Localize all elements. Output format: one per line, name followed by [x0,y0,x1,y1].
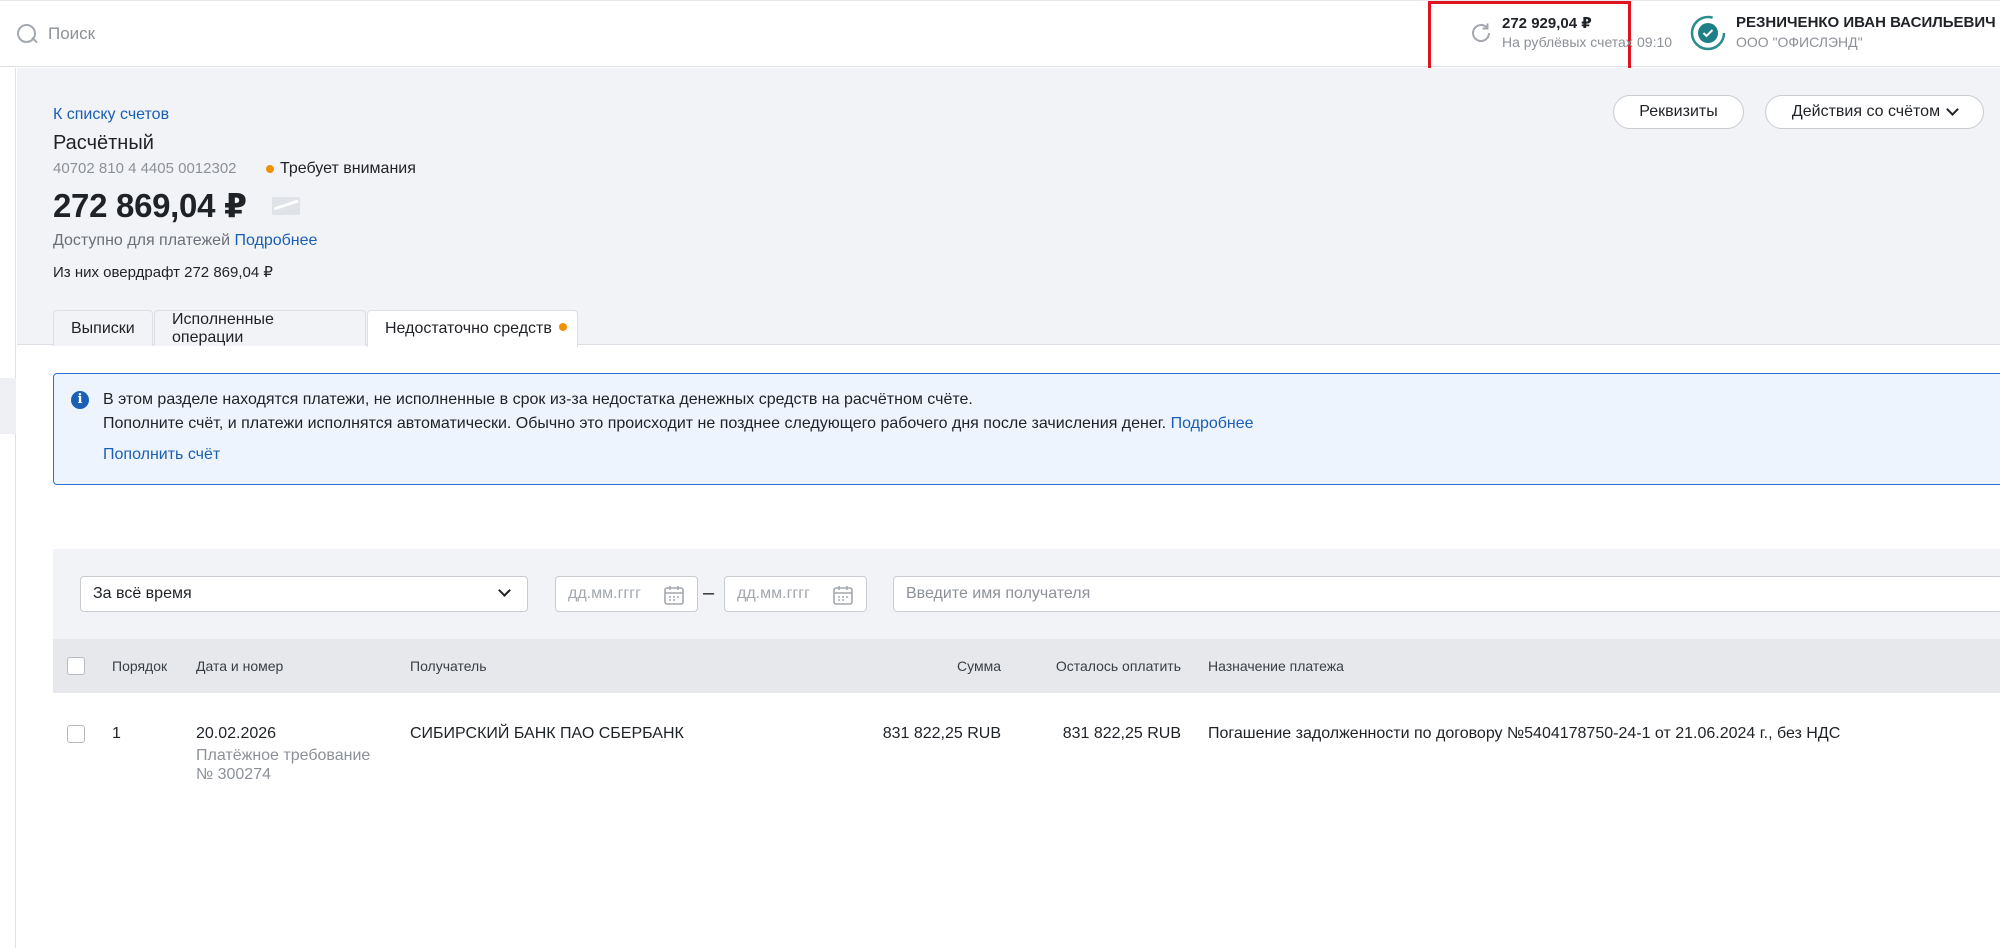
attention-dot-icon [266,165,274,173]
account-actions-label: Действия со счётом [1791,103,1941,120]
account-title: Расчётный [53,132,154,154]
total-balance: 272 929,04 ₽ [1502,15,1592,32]
card-icon[interactable] [270,194,302,218]
info-text-1: В этом разделе находятся платежи, не исп… [103,391,973,408]
info-text-2-body: Пополните счёт, и платежи исполнятся авт… [103,415,1167,432]
period-select-value: За всё время [93,585,192,602]
back-to-accounts-link[interactable]: К списку счетов [53,106,169,124]
column-order[interactable]: Порядок [112,658,167,674]
rail-active-marker [0,378,16,434]
tab-attention-dot-icon [559,323,567,331]
user-name[interactable]: РЕЗНИЧЕНКО ИВАН ВАСИЛЬЕВИЧ [1736,14,1996,31]
account-number: 40702 810 4 4405 0012302 [53,160,237,177]
column-purpose[interactable]: Назначение платежа [1208,658,1344,674]
info-icon: i [71,391,89,409]
row-amount: 831 822,25 RUB [882,725,1001,742]
recipient-search-input[interactable] [893,576,2000,612]
calendar-icon[interactable] [663,584,685,606]
row-doc-type: Платёжное требование [196,747,371,764]
overdraft-info: Из них овердрафт 272 869,04 ₽ [53,264,273,281]
total-balance-label: На рублёвых счетах [1502,34,1633,50]
attention-status: Требует внимания [266,160,416,178]
left-rail [0,68,16,948]
user-organization[interactable]: ООО "ОФИСЛЭНД" [1736,34,1863,50]
available-details-link[interactable]: Подробнее [234,232,317,249]
row-recipient: СИБИРСКИЙ БАНК ПАО СБЕРБАНК [410,725,684,742]
row-checkbox[interactable] [67,725,85,743]
info-banner: i В этом разделе находятся платежи, не и… [53,373,2000,485]
tab-label: Выписки [71,319,135,337]
attention-label: Требует внимания [280,160,416,177]
tab-label: Недостаточно средств [385,320,552,337]
search-icon [16,23,38,45]
date-from-input[interactable] [568,585,660,603]
tab-executed-operations[interactable]: Исполненные операции [154,310,366,346]
search[interactable] [16,23,448,45]
tab-statements[interactable]: Выписки [53,310,153,346]
chevron-down-icon [498,584,511,597]
top-up-account-link[interactable]: Пополнить счёт [103,446,220,464]
balance-time: 09:10 [1637,34,1673,50]
tab-label: Исполненные операции [172,310,274,346]
row-purpose: Погашение задолженности по договору №540… [1208,725,1841,742]
column-date[interactable]: Дата и номер [196,658,283,674]
period-select[interactable]: За всё время [80,576,528,612]
tab-insufficient-funds[interactable]: Недостаточно средств [367,310,578,347]
row-order: 1 [112,725,121,742]
column-recipient[interactable]: Получатель [410,658,487,674]
chevron-down-icon [1946,103,1959,116]
verified-check-icon [1690,15,1726,51]
account-actions-button[interactable]: Действия со счётом [1765,95,1984,129]
info-details-link[interactable]: Подробнее [1171,415,1254,432]
row-date: 20.02.2026 [196,725,277,742]
calendar-icon[interactable] [832,584,854,606]
row-doc-number: № 300274 [196,766,271,783]
row-remaining: 831 822,25 RUB [1062,725,1181,742]
date-from-field[interactable] [555,576,698,612]
available-label: Доступно для платежей [53,232,230,249]
requisites-button-label: Реквизиты [1639,103,1718,120]
date-range-dash: – [703,582,715,604]
info-text-2: Пополните счёт, и платежи исполнятся авт… [103,415,1254,433]
requisites-button[interactable]: Реквизиты [1613,95,1744,129]
column-remaining[interactable]: Осталось оплатить [1020,658,1181,674]
date-to-input[interactable] [737,585,829,603]
column-amount[interactable]: Сумма [900,658,1001,674]
refresh-icon[interactable] [1469,21,1493,45]
select-all-checkbox[interactable] [67,657,85,675]
account-balance: 272 869,04 ₽ [53,187,247,224]
date-to-field[interactable] [724,576,867,612]
search-input[interactable] [48,24,448,44]
available-for-payments: Доступно для платежей Подробнее [53,232,317,250]
